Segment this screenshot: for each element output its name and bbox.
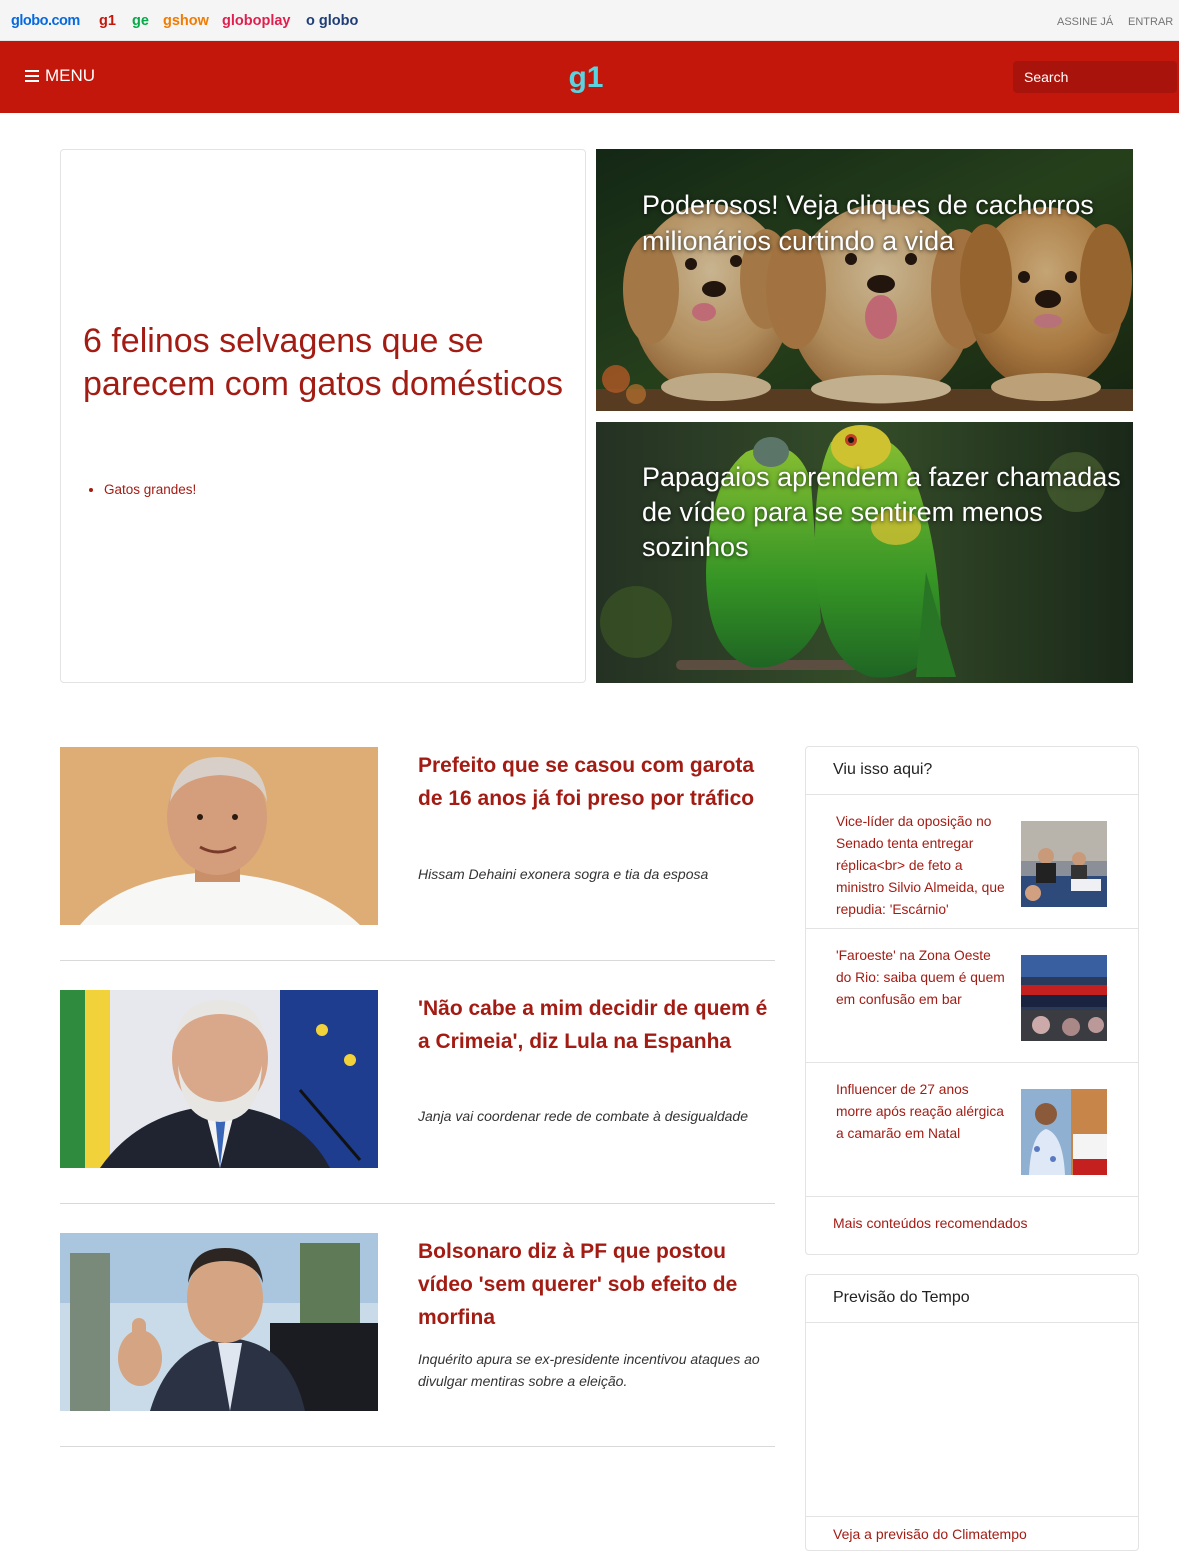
hero-story-card[interactable]: 6 felinos selvagens que se parecem com g… — [60, 149, 586, 683]
photo-story-dogs[interactable]: Poderosos! Veja cliques de cachorros mil… — [596, 149, 1133, 411]
g1-logo-text: g1 — [568, 61, 603, 94]
hero-related-item[interactable]: Gatos grandes! — [104, 482, 196, 497]
more-recommended-link[interactable]: Mais conteúdos recomendados — [806, 1197, 1138, 1256]
feed-subtitle[interactable]: Hissam Dehaini exonera sogra e tia da es… — [418, 863, 776, 885]
recommended-item[interactable]: 'Faroeste' na Zona Oeste do Rio: saiba q… — [806, 929, 1138, 1063]
g1-link[interactable]: g1 — [99, 13, 116, 29]
gshow-link[interactable]: gshow — [163, 13, 209, 29]
recommended-thumb[interactable] — [1021, 821, 1107, 907]
feed-thumb-bolsonaro[interactable] — [60, 1233, 378, 1411]
tv-news-bangue-image — [1021, 955, 1107, 1041]
ge-link[interactable]: ge — [132, 13, 149, 29]
subscribe-link[interactable]: ASSINE JÁ — [1057, 16, 1113, 28]
recommended-thumb[interactable] — [1021, 1089, 1107, 1175]
lula-portrait-image — [60, 990, 378, 1168]
feed-item[interactable]: Prefeito que se casou com garota de 16 a… — [60, 747, 775, 961]
weather-widget-area — [806, 1323, 1138, 1517]
search-input[interactable] — [1013, 61, 1177, 93]
weather-title: Previsão do Tempo — [806, 1275, 1138, 1323]
o-globo-link[interactable]: o globo — [306, 13, 358, 29]
weather-forecast-link[interactable]: Veja a previsão do Climatempo — [806, 1517, 1138, 1551]
recommended-title: Viu isso aqui? — [806, 747, 1138, 795]
globo-network-bar: globo.com g1 ge gshow globoplay o globo … — [0, 0, 1179, 41]
globo-com-link[interactable]: globo.com — [11, 13, 80, 29]
login-link[interactable]: ENTRAR — [1128, 16, 1173, 28]
recommended-item[interactable]: Vice-líder da oposição no Senado tenta e… — [806, 795, 1138, 929]
recommended-item[interactable]: Influencer de 27 anos morre após reação … — [806, 1063, 1138, 1197]
hero-title[interactable]: 6 felinos selvagens que se parecem com g… — [83, 320, 563, 406]
photo-story-dogs-title[interactable]: Poderosos! Veja cliques de cachorros mil… — [642, 187, 1132, 259]
recommended-item-text[interactable]: 'Faroeste' na Zona Oeste do Rio: saiba q… — [836, 945, 1008, 1011]
recommended-thumb[interactable] — [1021, 955, 1107, 1041]
feed-subtitle[interactable]: Janja vai coordenar rede de combate à de… — [418, 1105, 776, 1127]
photo-story-parrots[interactable]: Papagaios aprendem a fazer chamadas de v… — [596, 422, 1133, 683]
feed-title[interactable]: Bolsonaro diz à PF que postou vídeo 'sem… — [418, 1235, 776, 1334]
recommended-box: Viu isso aqui? Vice-líder da oposição no… — [805, 746, 1139, 1255]
recommended-item-text[interactable]: Vice-líder da oposição no Senado tenta e… — [836, 811, 1008, 921]
menu-label: MENU — [45, 66, 96, 85]
feed-title[interactable]: 'Não cabe a mim decidir de quem é a Crim… — [418, 992, 776, 1058]
g1-logo[interactable]: g1 — [566, 58, 606, 98]
site-header: MENU g1 — [0, 41, 1179, 113]
photo-story-parrots-title[interactable]: Papagaios aprendem a fazer chamadas de v… — [642, 460, 1132, 565]
menu-button[interactable]: MENU — [25, 66, 95, 86]
feed-item[interactable]: Bolsonaro diz à PF que postou vídeo 'sem… — [60, 1233, 775, 1447]
feed-subtitle[interactable]: Inquérito apura se ex-presidente incenti… — [418, 1348, 776, 1392]
bald-man-portrait-image — [60, 747, 378, 925]
hero-related-list: Gatos grandes! — [83, 482, 196, 497]
recommended-item-text[interactable]: Influencer de 27 anos morre após reação … — [836, 1079, 1008, 1145]
hamburger-icon — [25, 70, 39, 82]
globoplay-link[interactable]: globoplay — [222, 13, 290, 29]
feed-title[interactable]: Prefeito que se casou com garota de 16 a… — [418, 749, 776, 815]
feed-thumb-lula[interactable] — [60, 990, 378, 1168]
weather-box: Previsão do Tempo Veja a previsão do Cli… — [805, 1274, 1139, 1551]
bolsonaro-thumbs-up-image — [60, 1233, 378, 1411]
influencer-photos-image — [1021, 1089, 1107, 1175]
feed-thumb-mayor[interactable] — [60, 747, 378, 925]
feed-item[interactable]: 'Não cabe a mim decidir de quem é a Crim… — [60, 990, 775, 1204]
senate-hearing-image — [1021, 821, 1107, 907]
